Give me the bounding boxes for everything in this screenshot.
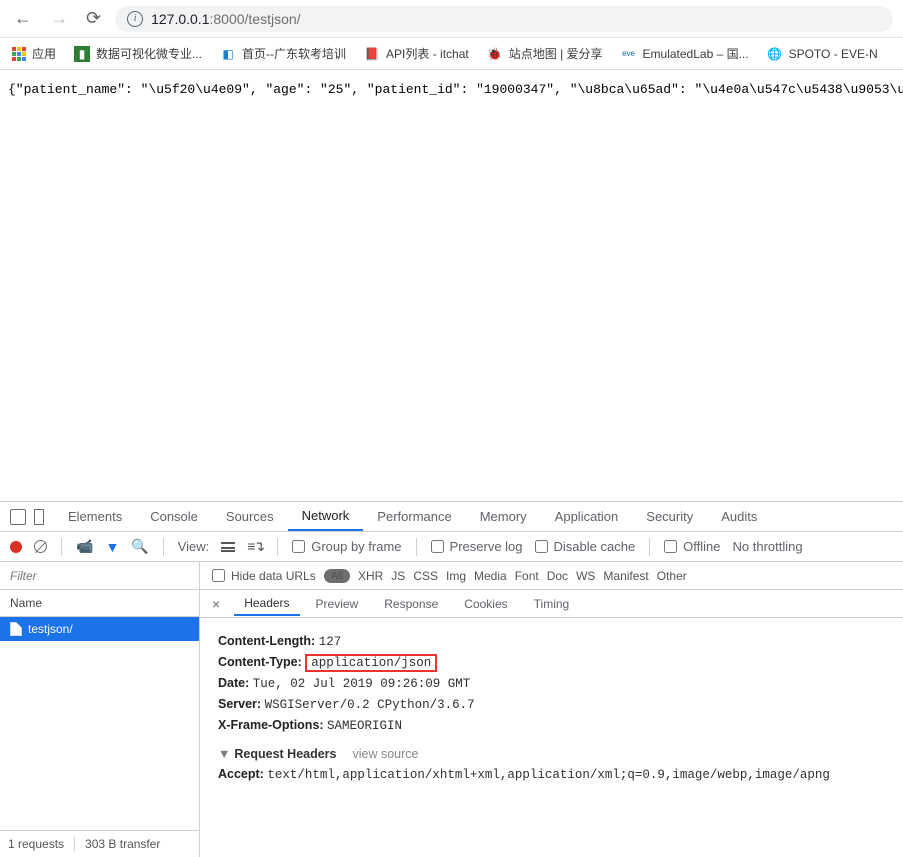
disable-cache-checkbox[interactable]: Disable cache [535,539,636,554]
bookmark-item[interactable]: ▮数据可视化微专业... [74,45,202,62]
filter-media[interactable]: Media [474,569,507,583]
device-icon[interactable] [34,509,44,525]
group-by-frame-checkbox[interactable]: Group by frame [292,539,401,554]
apps-label: 应用 [32,45,56,62]
header-x-frame-options: X-Frame-Options: SAMEORIGIN [218,718,885,733]
network-toolbar: 📹 ▼ 🔍 View: ≡↴ Group by frame Preserve l… [0,532,903,562]
inspect-icon[interactable] [10,509,26,525]
tab-security[interactable]: Security [632,502,707,531]
bookmark-item[interactable]: ◧首页--广东软考培训 [220,45,346,62]
tab-memory[interactable]: Memory [466,502,541,531]
clear-button[interactable] [34,540,47,553]
request-detail: × Headers Preview Response Cookies Timin… [200,590,903,857]
reload-button[interactable]: ⟳ [82,6,105,31]
bookmark-icon: ◧ [220,46,236,62]
filter-doc[interactable]: Doc [547,569,568,583]
header-accept: Accept: text/html,application/xhtml+xml,… [218,767,885,782]
inspect-dock-icons[interactable] [0,509,54,525]
filter-css[interactable]: CSS [413,569,438,583]
search-icon[interactable]: 🔍 [131,538,148,555]
throttling-select[interactable]: No throttling [733,539,803,554]
chevron-down-icon: ▼ [218,747,230,761]
filter-icon[interactable]: ▼ [105,539,119,555]
network-summary: 1 requests 303 B transfer [0,830,199,857]
requests-count: 1 requests [8,837,64,851]
header-server: Server: WSGIServer/0.2 CPython/3.6.7 [218,697,885,712]
filter-input[interactable] [0,562,200,589]
bookmark-item[interactable]: 🐞站点地图 | 爱分享 [487,45,603,62]
apps-icon [12,47,26,61]
filter-img[interactable]: Img [446,569,466,583]
bookmark-item[interactable]: 📕API列表 - itchat [364,45,469,62]
screenshot-icon[interactable]: 📹 [76,538,93,555]
tab-application[interactable]: Application [541,502,633,531]
document-icon [10,622,22,636]
tab-elements[interactable]: Elements [54,502,136,531]
bookmark-icon: 📕 [364,46,380,62]
detail-tab-cookies[interactable]: Cookies [454,593,517,615]
bookmark-item[interactable]: 🌐SPOTO - EVE-N [767,46,878,62]
forward-button[interactable]: → [46,6,72,31]
name-column-header[interactable]: Name [0,590,199,617]
detail-tab-preview[interactable]: Preview [306,593,369,615]
bookmark-icon: ▮ [74,46,90,62]
tab-performance[interactable]: Performance [363,502,465,531]
offline-checkbox[interactable]: Offline [664,539,720,554]
url-text: 127.0.0.1:8000/testjson/ [151,11,300,27]
detail-tab-headers[interactable]: Headers [234,592,299,616]
filter-other[interactable]: Other [657,569,687,583]
filter-ws[interactable]: WS [576,569,595,583]
bookmark-icon: eve [621,46,637,62]
tab-audits[interactable]: Audits [707,502,771,531]
site-info-icon[interactable]: i [127,11,143,27]
content-type-highlight: application/json [305,654,437,672]
tab-console[interactable]: Console [136,502,212,531]
detail-tab-timing[interactable]: Timing [524,593,580,615]
address-bar[interactable]: i 127.0.0.1:8000/testjson/ [115,6,893,32]
request-row[interactable]: testjson/ [0,617,199,641]
browser-toolbar: ← → ⟳ i 127.0.0.1:8000/testjson/ [0,0,903,38]
hide-data-urls-checkbox[interactable]: Hide data URLs [212,569,316,583]
filter-js[interactable]: JS [391,569,405,583]
view-source-link[interactable]: view source [353,747,419,761]
waterfall-icon[interactable]: ≡↴ [247,538,263,555]
page-body-text: {"patient_name": "\u5f20\u4e09", "age": … [0,70,903,109]
globe-icon: 🌐 [767,46,783,62]
detail-tab-response[interactable]: Response [374,593,448,615]
header-content-type: Content-Type: application/json [218,655,885,670]
devtools-tabs: Elements Console Sources Network Perform… [0,502,903,532]
filter-font[interactable]: Font [515,569,539,583]
bookmarks-bar: 应用 ▮数据可视化微专业... ◧首页--广东软考培训 📕API列表 - itc… [0,38,903,70]
tab-sources[interactable]: Sources [212,502,288,531]
bookmark-item[interactable]: eveEmulatedLab – 国... [621,45,749,62]
network-filter-bar: Hide data URLs All XHR JS CSS Img Media … [0,562,903,590]
filter-xhr[interactable]: XHR [358,569,383,583]
type-filters: Hide data URLs All XHR JS CSS Img Media … [200,569,699,583]
header-date: Date: Tue, 02 Jul 2019 09:26:09 GMT [218,676,885,691]
close-detail-button[interactable]: × [204,596,228,612]
request-name: testjson/ [28,622,73,636]
request-list: Name testjson/ 1 requests 303 B transfer [0,590,200,857]
view-label: View: [178,539,210,554]
record-button[interactable] [10,541,22,553]
network-body: Name testjson/ 1 requests 303 B transfer… [0,590,903,857]
large-rows-icon[interactable] [221,542,235,552]
bookmark-icon: 🐞 [487,46,503,62]
request-headers-section[interactable]: ▼Request Headersview source [218,747,885,761]
filter-all[interactable]: All [324,569,350,583]
header-content-length: Content-Length: 127 [218,634,885,649]
apps-shortcut[interactable]: 应用 [12,45,56,62]
back-button[interactable]: ← [10,6,36,31]
tab-network[interactable]: Network [288,502,364,531]
devtools-panel: Elements Console Sources Network Perform… [0,501,903,857]
detail-tabs: × Headers Preview Response Cookies Timin… [200,590,903,618]
filter-manifest[interactable]: Manifest [603,569,648,583]
headers-panel: Content-Length: 127 Content-Type: applic… [200,618,903,857]
preserve-log-checkbox[interactable]: Preserve log [431,539,523,554]
transfer-size: 303 B transfer [74,837,160,851]
